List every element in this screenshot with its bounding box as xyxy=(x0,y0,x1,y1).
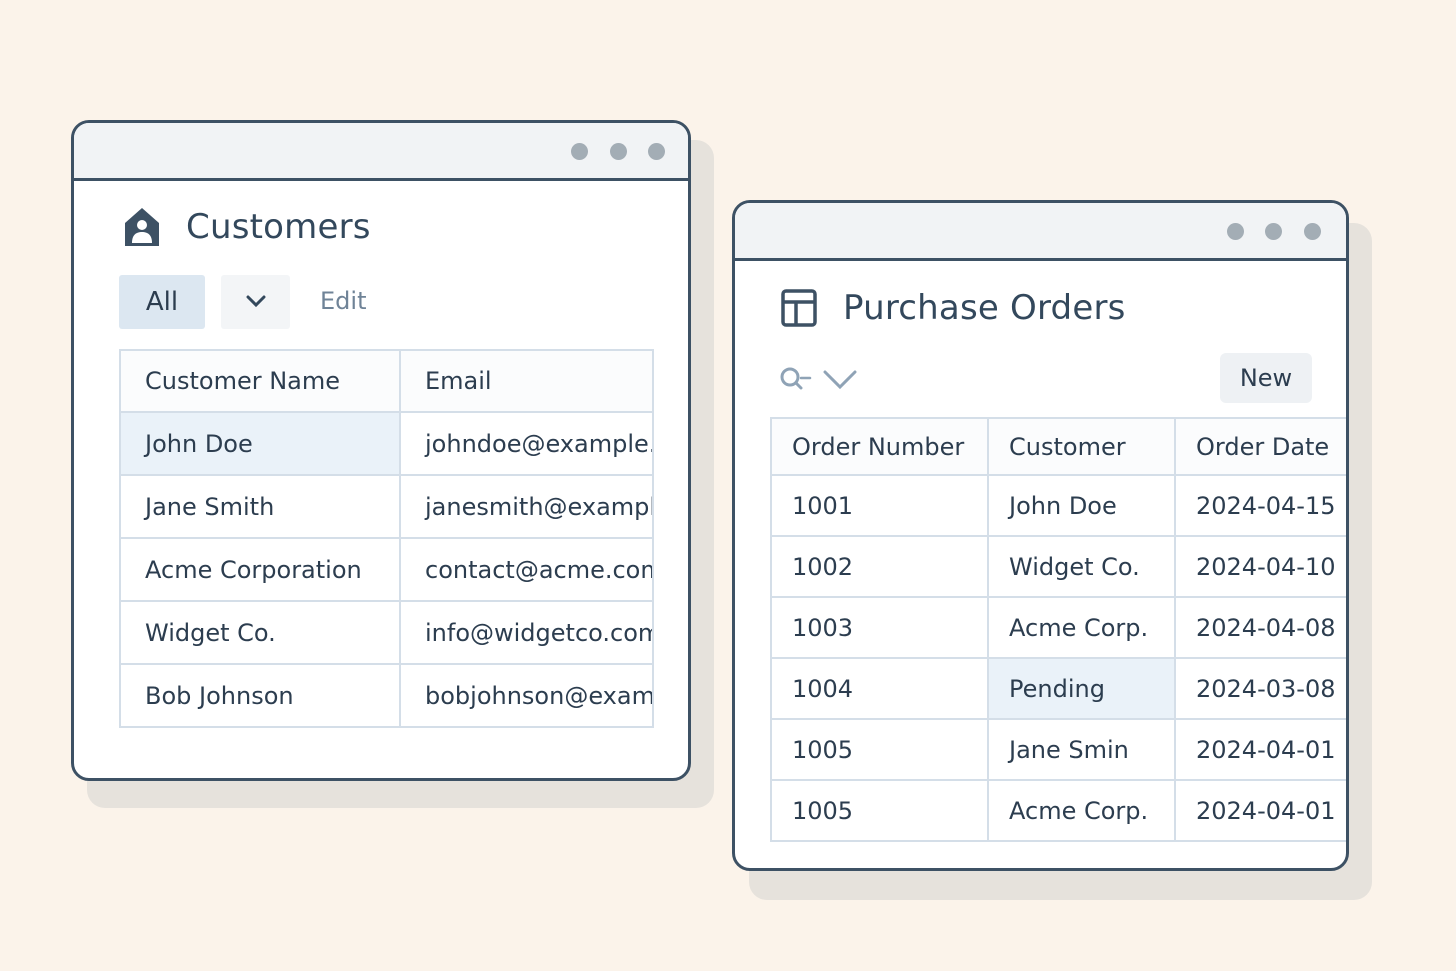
table-row[interactable]: 1002 Widget Co. 2024-04-10 xyxy=(770,535,1346,598)
filter-all-button[interactable]: All xyxy=(119,275,205,329)
order-number-cell[interactable]: 1005 xyxy=(770,718,989,781)
window-control-dot[interactable] xyxy=(1265,223,1282,240)
home-user-icon xyxy=(122,205,162,249)
email-cell[interactable]: info@widgetco.com xyxy=(399,600,654,665)
order-date-cell[interactable]: 2024-04-15 xyxy=(1174,474,1346,537)
window-control-dot[interactable] xyxy=(1227,223,1244,240)
table-header-row: Order Number Customer Order Date xyxy=(770,417,1346,476)
table-row[interactable]: 1003 Acme Corp. 2024-04-08 xyxy=(770,596,1346,659)
edit-link[interactable]: Edit xyxy=(320,287,366,315)
order-number-cell[interactable]: 1002 xyxy=(770,535,989,598)
column-header-customer[interactable]: Customer xyxy=(987,417,1176,476)
order-date-cell[interactable]: 2024-04-01 xyxy=(1174,779,1346,842)
order-date-cell[interactable]: 2024-03-08 xyxy=(1174,657,1346,720)
table-row[interactable]: Acme Corporation contact@acme.com xyxy=(119,537,654,602)
table-row[interactable]: Jane Smith janesmith@example xyxy=(119,474,654,539)
customer-cell[interactable]: Acme Corp. xyxy=(987,596,1176,659)
table-header-row: Customer Name Email xyxy=(119,349,654,413)
chevron-down-icon xyxy=(245,293,267,312)
customers-window: Customers All Edit Customer Name Email J… xyxy=(71,120,691,781)
customers-titlebar[interactable] xyxy=(74,123,688,181)
customer-name-cell[interactable]: Widget Co. xyxy=(119,600,401,665)
window-control-dot[interactable] xyxy=(1304,223,1321,240)
orders-table: Order Number Customer Order Date 1001 Jo… xyxy=(770,417,1346,842)
window-control-dot[interactable] xyxy=(610,143,627,160)
email-cell[interactable]: bobjohnson@examp xyxy=(399,663,654,728)
email-cell[interactable]: contact@acme.com xyxy=(399,537,654,602)
customer-name-cell[interactable]: Bob Johnson xyxy=(119,663,401,728)
window-control-dot[interactable] xyxy=(648,143,665,160)
customers-table: Customer Name Email John Doe johndoe@exa… xyxy=(119,349,654,728)
orders-window: Purchase Orders New Order Number Custome… xyxy=(732,200,1349,871)
column-header-customer-name[interactable]: Customer Name xyxy=(119,349,401,413)
column-header-order-number[interactable]: Order Number xyxy=(770,417,989,476)
table-row[interactable]: John Doe johndoe@example.c xyxy=(119,411,654,476)
customer-cell[interactable]: Jane Smin xyxy=(987,718,1176,781)
order-number-cell[interactable]: 1005 xyxy=(770,779,989,842)
layout-table-icon xyxy=(781,289,817,327)
order-date-cell[interactable]: 2024-04-01 xyxy=(1174,718,1346,781)
order-date-cell[interactable]: 2024-04-08 xyxy=(1174,596,1346,659)
page-title: Purchase Orders xyxy=(843,288,1126,328)
orders-titlebar[interactable] xyxy=(735,203,1346,261)
table-row[interactable]: 1005 Acme Corp. 2024-04-01 xyxy=(770,779,1346,842)
customer-cell[interactable]: John Doe xyxy=(987,474,1176,537)
table-row[interactable]: Bob Johnson bobjohnson@examp xyxy=(119,663,654,728)
search-icon[interactable] xyxy=(779,366,813,396)
filter-all-label: All xyxy=(145,287,179,317)
order-date-cell[interactable]: 2024-04-10 xyxy=(1174,535,1346,598)
table-row[interactable]: Widget Co. info@widgetco.com xyxy=(119,600,654,665)
table-row[interactable]: 1005 Jane Smin 2024-04-01 xyxy=(770,718,1346,781)
customers-header: Customers xyxy=(122,205,371,249)
chevron-down-icon[interactable] xyxy=(822,369,858,395)
column-header-order-date[interactable]: Order Date xyxy=(1174,417,1346,476)
email-cell[interactable]: johndoe@example.c xyxy=(399,411,654,476)
page-title: Customers xyxy=(186,207,371,247)
window-control-dot[interactable] xyxy=(571,143,588,160)
order-number-cell[interactable]: 1001 xyxy=(770,474,989,537)
customer-name-cell[interactable]: Jane Smith xyxy=(119,474,401,539)
table-row[interactable]: 1001 John Doe 2024-04-15 xyxy=(770,474,1346,537)
new-button-label: New xyxy=(1239,364,1293,392)
customer-cell[interactable]: Pending xyxy=(987,657,1176,720)
orders-header: Purchase Orders xyxy=(781,288,1126,328)
new-order-button[interactable]: New xyxy=(1220,353,1312,403)
email-cell[interactable]: janesmith@example xyxy=(399,474,654,539)
customer-cell[interactable]: Acme Corp. xyxy=(987,779,1176,842)
filter-dropdown-button[interactable] xyxy=(221,275,290,329)
customer-name-cell[interactable]: Acme Corporation xyxy=(119,537,401,602)
order-number-cell[interactable]: 1004 xyxy=(770,657,989,720)
table-row[interactable]: 1004 Pending 2024-03-08 xyxy=(770,657,1346,720)
customer-cell[interactable]: Widget Co. xyxy=(987,535,1176,598)
order-number-cell[interactable]: 1003 xyxy=(770,596,989,659)
customer-name-cell[interactable]: John Doe xyxy=(119,411,401,476)
column-header-email[interactable]: Email xyxy=(399,349,654,413)
